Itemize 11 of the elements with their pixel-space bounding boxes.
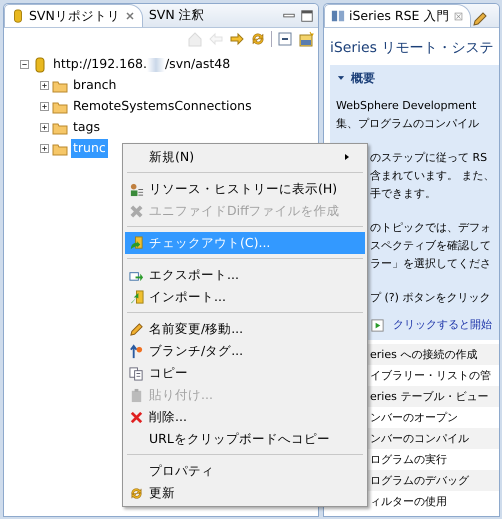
paragraph-line: スペクティブを確認して [370,238,492,254]
paragraph-line: のステップに従って RS [370,150,488,166]
paragraph-line: 手できます。 [370,186,437,202]
paragraph-line: ラー」を選択してくださ [370,256,492,272]
paragraph-line: 集、プログラムのコンパイル [336,116,480,132]
paragraph-line: WebSphere Development [336,98,478,114]
paragraph-line: のトピックでは、デフォ [370,220,492,236]
page-title: iSeries リモート・システ [329,39,494,58]
section-heading: 概要 [351,70,375,87]
paragraph-line: プ (?) ボタンをクリック [370,290,492,306]
paragraph-line: 含まれています。 また、 [370,168,496,184]
